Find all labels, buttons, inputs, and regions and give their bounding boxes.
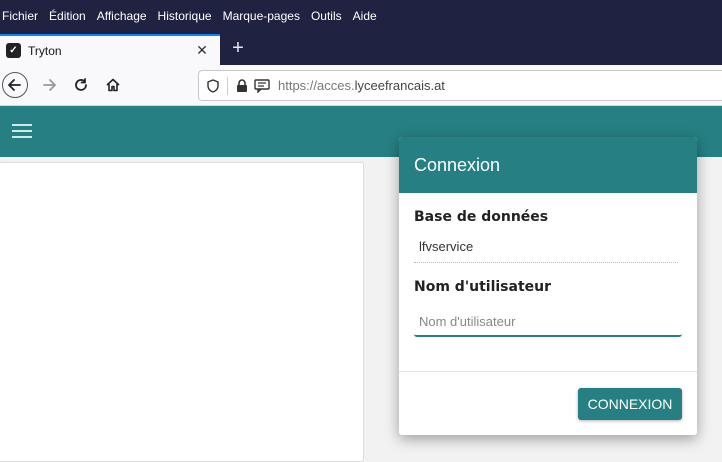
- address-bar[interactable]: https://acces.lyceefrancais.at: [198, 70, 722, 101]
- home-icon[interactable]: [100, 72, 126, 98]
- hamburger-menu-icon[interactable]: [12, 124, 32, 140]
- shield-icon[interactable]: [205, 78, 221, 94]
- login-dialog: Connexion Base de données lfvservice Nom…: [399, 137, 697, 435]
- navigation-bar: https://acces.lyceefrancais.at: [0, 65, 722, 106]
- divider: [227, 76, 228, 95]
- tab-title: Tryton: [28, 43, 62, 58]
- menu-marque-pages[interactable]: Marque-pages: [223, 9, 300, 23]
- menu-bar: Fichier Édition Affichage Historique Mar…: [0, 0, 722, 31]
- reload-icon[interactable]: [68, 72, 94, 98]
- back-arrow-icon[interactable]: [2, 72, 28, 98]
- menu-outils[interactable]: Outils: [311, 9, 342, 23]
- tryton-favicon-icon: ✓: [6, 43, 21, 58]
- lock-icon[interactable]: [234, 78, 250, 94]
- close-tab-icon[interactable]: ✕: [194, 42, 210, 59]
- dialog-footer: CONNEXION: [399, 371, 697, 435]
- menu-edition[interactable]: Édition: [49, 9, 86, 23]
- database-field[interactable]: lfvservice: [414, 239, 678, 263]
- forward-arrow-icon[interactable]: [36, 72, 62, 98]
- url-text[interactable]: https://acces.lyceefrancais.at: [278, 78, 445, 93]
- username-input[interactable]: [414, 307, 682, 337]
- permissions-icon[interactable]: [254, 78, 270, 94]
- dialog-title: Connexion: [399, 137, 697, 193]
- menu-aide[interactable]: Aide: [353, 9, 377, 23]
- tab-bar: ✓ Tryton ✕ +: [0, 31, 722, 65]
- connexion-button[interactable]: CONNEXION: [578, 388, 682, 420]
- new-tab-icon[interactable]: +: [228, 38, 248, 58]
- menu-fichier[interactable]: Fichier: [2, 9, 38, 23]
- menu-historique[interactable]: Historique: [158, 9, 212, 23]
- database-label: Base de données: [414, 209, 549, 225]
- dialog-body: Base de données lfvservice Nom d'utilisa…: [399, 193, 697, 337]
- url-domain: lyceefrancais.at: [354, 78, 445, 93]
- url-prefix: https://acces.: [278, 78, 355, 93]
- username-label: Nom d'utilisateur: [414, 279, 551, 295]
- menu-affichage[interactable]: Affichage: [97, 9, 147, 23]
- tab-tryton[interactable]: ✓ Tryton ✕: [0, 34, 220, 65]
- content-panel: [0, 162, 364, 462]
